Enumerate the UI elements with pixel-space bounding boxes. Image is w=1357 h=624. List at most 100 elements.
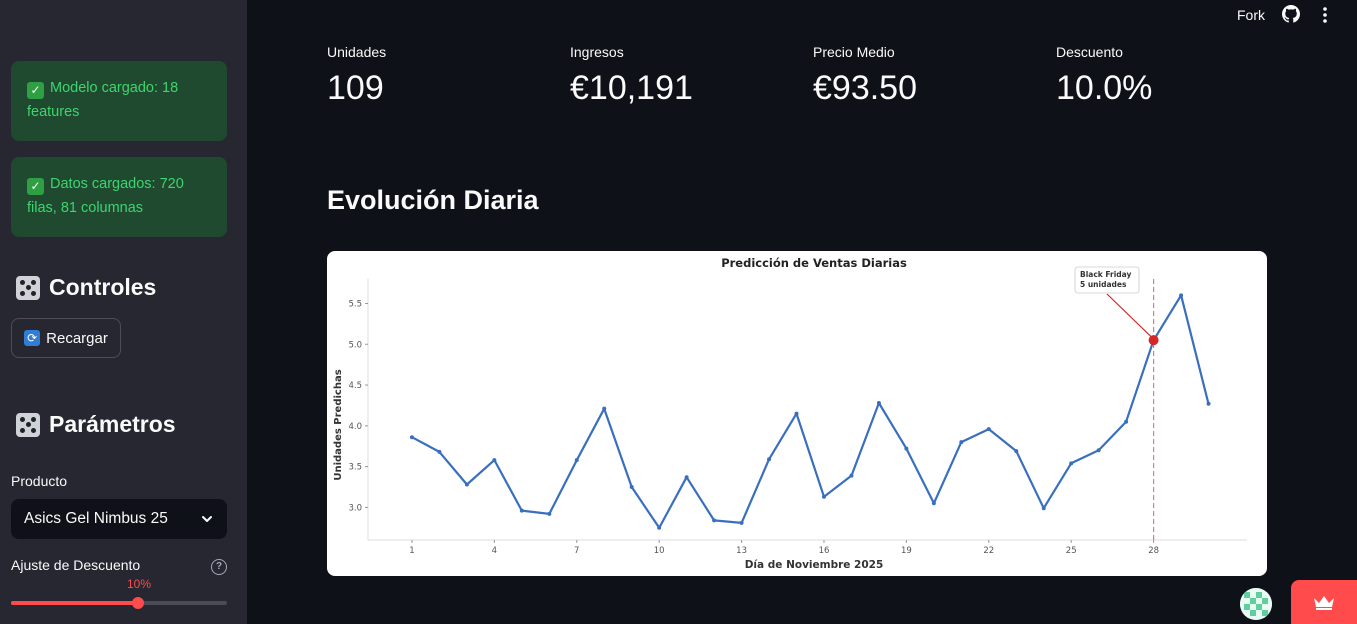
y-tick-label: 5.0 xyxy=(348,340,362,350)
sales-chart: Predicción de Ventas Diarias Día de Novi… xyxy=(333,256,1247,571)
x-tick-label: 16 xyxy=(819,546,830,556)
annotation-arrow xyxy=(1106,293,1153,338)
data-point xyxy=(904,446,909,451)
x-tick-label: 28 xyxy=(1148,546,1159,556)
x-tick-label: 19 xyxy=(901,546,912,556)
y-axis-label: Unidades Predichas xyxy=(333,369,344,480)
streamlit-crown-button[interactable] xyxy=(1291,580,1357,624)
product-select-value: Asics Gel Nimbus 25 xyxy=(24,510,168,527)
reload-button[interactable]: ⟳ Recargar xyxy=(11,318,121,358)
data-point xyxy=(547,511,552,516)
params-title: Parámetros xyxy=(49,411,176,437)
data-point xyxy=(1069,461,1074,466)
data-point xyxy=(629,484,634,489)
data-point xyxy=(959,440,964,445)
fork-link[interactable]: Fork xyxy=(1237,7,1265,23)
params-heading: Parámetros xyxy=(16,411,176,438)
data-point xyxy=(821,494,826,499)
discount-slider-thumb[interactable] xyxy=(132,597,145,609)
crown-icon xyxy=(1314,596,1334,610)
x-tick-label: 7 xyxy=(574,546,579,556)
black-friday-marker xyxy=(1148,335,1159,346)
metric-label: Unidades xyxy=(327,44,387,60)
data-point xyxy=(1014,449,1019,454)
dice-icon xyxy=(16,275,40,300)
data-point xyxy=(1124,419,1129,424)
github-icon[interactable] xyxy=(1282,5,1300,23)
metric-value: 109 xyxy=(327,69,384,107)
x-tick-label: 1 xyxy=(409,546,414,556)
controls-heading: Controles xyxy=(16,274,156,301)
model-loaded-alert: ✓ Modelo cargado: 18 features xyxy=(11,61,227,141)
discount-label: Ajuste de Descuento xyxy=(11,557,141,573)
controls-title: Controles xyxy=(49,274,157,300)
reload-label: Recargar xyxy=(46,329,108,347)
data-point xyxy=(739,520,744,525)
check-icon: ✓ xyxy=(27,178,44,195)
chevron-down-icon xyxy=(202,516,212,522)
data-point xyxy=(1206,401,1211,406)
data-point xyxy=(767,457,772,462)
metric-discount: Descuento 10.0% xyxy=(1056,44,1152,108)
metric-avg-price: Precio Medio €93.50 xyxy=(813,44,917,108)
metric-revenue: Ingresos €10,191 xyxy=(570,44,693,108)
data-point xyxy=(464,482,469,487)
sidebar: ✓ Modelo cargado: 18 features ✓ Datos carg… xyxy=(0,0,247,624)
data-point xyxy=(519,508,524,513)
avatar[interactable] xyxy=(1240,588,1272,620)
discount-slider[interactable] xyxy=(11,597,227,609)
chart-title: Predicción de Ventas Diarias xyxy=(721,256,907,270)
x-tick-label: 22 xyxy=(983,546,994,556)
model-loaded-text: Modelo cargado: 18 features xyxy=(27,80,179,120)
product-label: Producto xyxy=(11,473,68,489)
discount-slider-fill xyxy=(11,601,139,605)
data-point xyxy=(1041,506,1046,511)
y-tick-label: 3.5 xyxy=(348,463,362,473)
x-tick-label: 13 xyxy=(736,546,747,556)
data-point xyxy=(1179,293,1184,298)
metric-label: Ingresos xyxy=(570,44,624,60)
dice-icon xyxy=(16,412,40,437)
data-point xyxy=(794,411,799,416)
y-tick-label: 5.5 xyxy=(348,299,362,309)
metric-value: €10,191 xyxy=(570,69,693,107)
y-tick-label: 4.0 xyxy=(348,422,362,432)
metric-units: Unidades 109 xyxy=(327,44,386,108)
data-loaded-text: Datos cargados: 720 filas, 81 columnas xyxy=(27,176,184,216)
y-tick-label: 4.5 xyxy=(348,381,362,391)
reload-icon: ⟳ xyxy=(24,330,41,346)
avatar-pattern-icon xyxy=(1240,588,1272,620)
data-point xyxy=(657,525,662,530)
metric-value: 10.0% xyxy=(1056,69,1153,107)
data-point xyxy=(712,518,717,523)
data-point xyxy=(409,435,414,440)
x-tick-label: 4 xyxy=(492,546,497,556)
annotation-line-2: 5 unidades xyxy=(1080,280,1127,289)
x-axis-label: Día de Noviembre 2025 xyxy=(745,559,884,571)
discount-slider-value: 10% xyxy=(127,577,152,591)
check-icon: ✓ xyxy=(27,82,44,99)
annotation-line-1: Black Friday xyxy=(1080,270,1132,279)
data-point xyxy=(574,458,579,463)
x-tick-label: 10 xyxy=(654,546,665,556)
more-menu-icon[interactable] xyxy=(1322,6,1328,24)
data-point xyxy=(931,501,936,506)
data-point xyxy=(876,400,881,405)
x-tick-label: 25 xyxy=(1066,546,1077,556)
metric-label: Descuento xyxy=(1056,44,1123,60)
data-loaded-alert: ✓ Datos cargados: 720 filas, 81 columnas xyxy=(11,157,227,237)
section-title: Evolución Diaria xyxy=(327,185,539,215)
data-point xyxy=(437,449,442,454)
data-point xyxy=(684,475,689,480)
y-tick-label: 3.0 xyxy=(348,503,362,513)
metric-label: Precio Medio xyxy=(813,44,895,60)
data-point xyxy=(1096,448,1101,453)
data-point xyxy=(849,473,854,478)
data-point xyxy=(602,406,607,411)
help-icon[interactable]: ? xyxy=(211,559,227,575)
product-select[interactable]: Asics Gel Nimbus 25 xyxy=(11,499,227,539)
series-line xyxy=(411,294,1210,529)
data-point xyxy=(986,427,991,432)
data-point xyxy=(492,458,497,463)
metric-value: €93.50 xyxy=(813,69,917,107)
